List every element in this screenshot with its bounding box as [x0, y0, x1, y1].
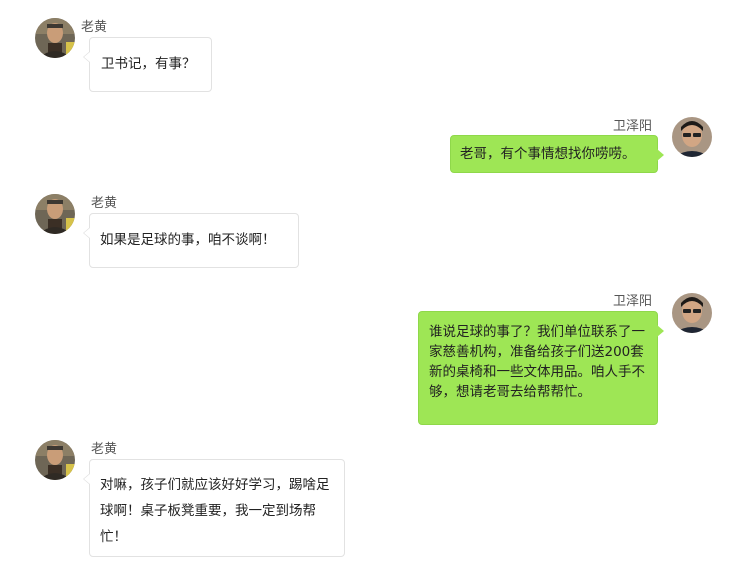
- message-text: 谁说足球的事了？我们单位联系了一家慈善机构，准备给孩子们送200套新的桌椅和一些…: [429, 324, 645, 400]
- avatar-laohuang[interactable]: [35, 440, 75, 480]
- sender-name: 卫泽阳: [613, 294, 653, 309]
- avatar-weizeyang[interactable]: [672, 293, 712, 333]
- message-text: 卫书记，有事？: [101, 56, 196, 72]
- message-text: 老哥，有个事情想找你唠唠。: [460, 146, 636, 162]
- message-bubble[interactable]: 卫书记，有事？: [83, 37, 212, 92]
- message-bubble[interactable]: 谁说足球的事了？我们单位联系了一家慈善机构，准备给孩子们送200套新的桌椅和一些…: [418, 311, 664, 425]
- avatar-weizeyang[interactable]: [672, 117, 712, 157]
- avatar-old-man-icon: [35, 194, 75, 234]
- message-bubble[interactable]: 对嘛，孩子们就应该好好学习，踢啥足球啊！桌子板凳重要，我一定到场帮忙！: [83, 459, 345, 557]
- sender-name: 卫泽阳: [613, 119, 653, 134]
- sender-name: 老黄: [81, 20, 108, 35]
- avatar-young-man-icon: [672, 117, 712, 157]
- message-text: 对嘛，孩子们就应该好好学习，踢啥足球啊！桌子板凳重要，我一定到场帮忙！: [100, 477, 330, 545]
- avatar-young-man-icon: [672, 293, 712, 333]
- message-bubble[interactable]: 老哥，有个事情想找你唠唠。: [450, 135, 664, 173]
- avatar-laohuang[interactable]: [35, 18, 75, 58]
- sender-name: 老黄: [91, 196, 118, 211]
- avatar-old-man-icon: [35, 440, 75, 480]
- message-bubble[interactable]: 如果是足球的事，咱不谈啊！: [83, 213, 299, 268]
- avatar-old-man-icon: [35, 18, 75, 58]
- sender-name: 老黄: [91, 442, 118, 457]
- avatar-laohuang[interactable]: [35, 194, 75, 234]
- message-text: 如果是足球的事，咱不谈啊！: [100, 232, 276, 248]
